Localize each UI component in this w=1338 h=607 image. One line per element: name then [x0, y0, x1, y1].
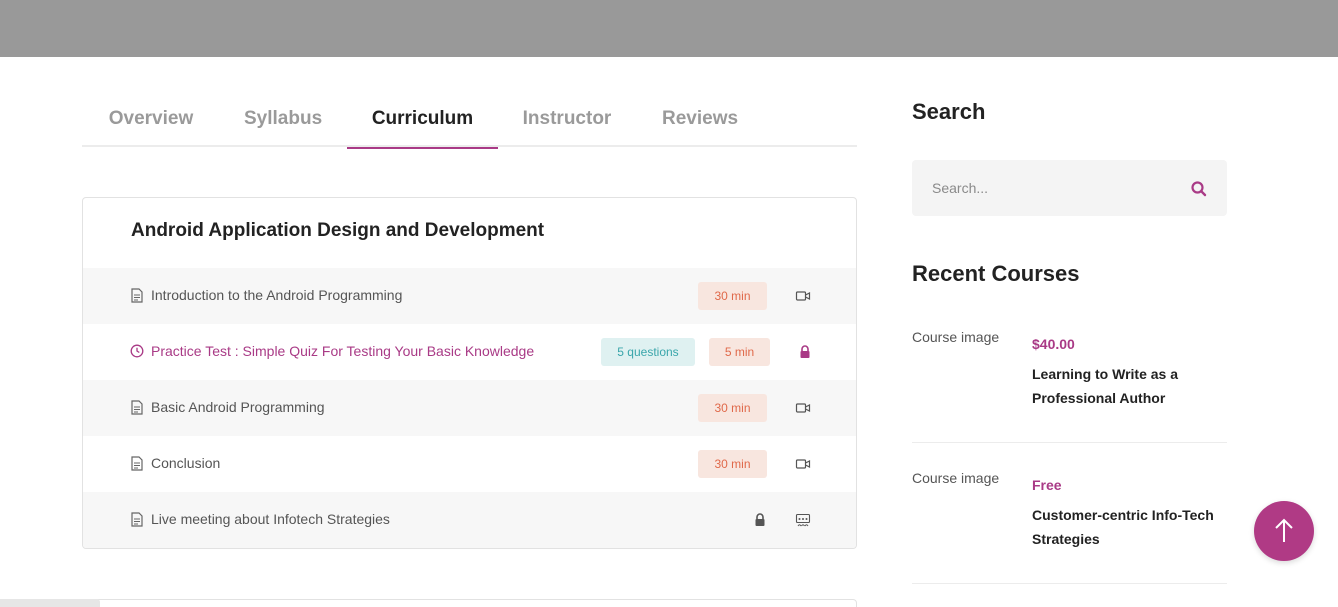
search-input[interactable]: [932, 176, 1172, 200]
top-banner: [0, 0, 1338, 57]
course-image[interactable]: Course image: [912, 324, 1012, 350]
meeting-icon: [795, 513, 811, 527]
lesson-row[interactable]: Live meeting about Infotech Strategies: [83, 492, 856, 548]
lesson-title[interactable]: Introduction to the Android Programming: [151, 287, 402, 303]
document-icon: [131, 456, 143, 471]
recent-course-item[interactable]: Course image Free Customer-centric Info-…: [912, 443, 1227, 584]
search-icon[interactable]: [1189, 179, 1209, 199]
arrow-up-icon: [1275, 518, 1293, 542]
course-title[interactable]: Learning to Write as a Professional Auth…: [1032, 362, 1232, 410]
duration-badge: 5 min: [709, 338, 770, 366]
duration-badge: 30 min: [698, 394, 767, 422]
curriculum-section: Android Application Design and Developme…: [82, 197, 857, 549]
questions-badge: 5 questions: [601, 338, 695, 366]
lesson-row[interactable]: Introduction to the Android Programming …: [83, 268, 856, 324]
lesson-row[interactable]: Conclusion 30 min: [83, 436, 856, 492]
lesson-title[interactable]: Live meeting about Infotech Strategies: [151, 511, 390, 527]
course-image[interactable]: Course image: [912, 465, 1012, 491]
course-price: Free: [1032, 477, 1062, 493]
scroll-to-top-button[interactable]: [1254, 501, 1314, 561]
next-section-card: [82, 599, 857, 607]
tab-reviews[interactable]: Reviews: [662, 92, 738, 147]
document-icon: [131, 400, 143, 415]
clock-icon: [130, 344, 144, 358]
video-icon: [795, 403, 811, 413]
document-icon: [131, 288, 143, 303]
lesson-title[interactable]: Conclusion: [151, 455, 220, 471]
course-tabs: Overview Syllabus Curriculum Instructor …: [82, 92, 857, 149]
duration-badge: 30 min: [698, 282, 767, 310]
status-bar: [0, 599, 100, 607]
recent-courses-heading: Recent Courses: [912, 261, 1080, 286]
section-title: Android Application Design and Developme…: [131, 220, 545, 241]
document-icon: [131, 512, 143, 527]
course-price: $40.00: [1032, 336, 1075, 352]
quiz-row[interactable]: Practice Test : Simple Quiz For Testing …: [83, 324, 856, 380]
tab-overview[interactable]: Overview: [107, 92, 195, 147]
recent-course-item[interactable]: Course image $40.00 Learning to Write as…: [912, 302, 1227, 443]
duration-badge: 30 min: [698, 450, 767, 478]
search-box: [912, 160, 1227, 216]
lock-icon: [800, 345, 810, 358]
tab-instructor[interactable]: Instructor: [522, 92, 612, 147]
video-icon: [795, 291, 811, 301]
video-icon: [795, 459, 811, 469]
lesson-title[interactable]: Basic Android Programming: [151, 399, 325, 415]
search-heading: Search: [912, 99, 986, 124]
lesson-row[interactable]: Basic Android Programming 30 min: [83, 380, 856, 436]
lock-icon: [755, 513, 765, 526]
tab-curriculum[interactable]: Curriculum: [347, 92, 498, 149]
tab-syllabus[interactable]: Syllabus: [244, 92, 322, 147]
course-title[interactable]: Customer-centric Info-Tech Strategies: [1032, 503, 1232, 551]
quiz-title[interactable]: Practice Test : Simple Quiz For Testing …: [151, 343, 534, 359]
